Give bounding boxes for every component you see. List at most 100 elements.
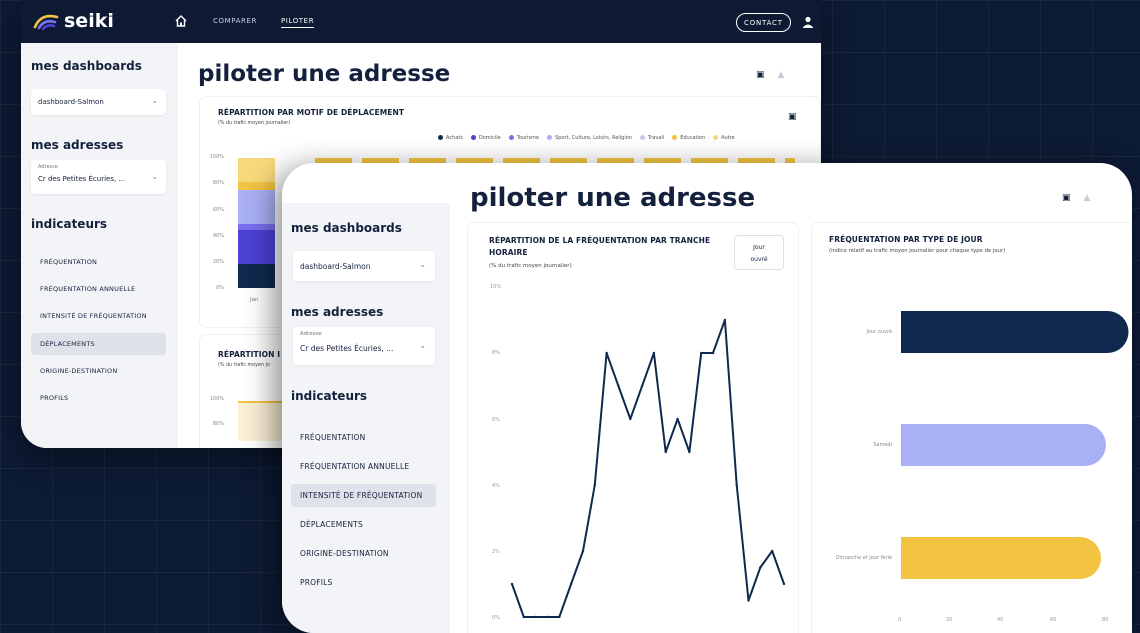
- card-subtitle: (% du trafic moyen journalier): [218, 121, 291, 126]
- legend-item[interactable]: Domicile: [471, 135, 501, 141]
- adresses-heading: mes adresses: [291, 305, 384, 319]
- bar-segment: [238, 230, 275, 264]
- data-point[interactable]: [522, 615, 526, 619]
- chart-legend: Achats Domicile Tourisme Sport, Culture,…: [438, 135, 735, 141]
- brand-logo[interactable]: seiki: [33, 10, 114, 32]
- indicateurs-heading: indicateurs: [291, 389, 368, 403]
- data-point[interactable]: [534, 615, 537, 619]
- y-tick: 0%: [216, 285, 224, 291]
- data-point[interactable]: [759, 566, 762, 569]
- y-tick: 40%: [212, 233, 224, 239]
- data-point[interactable]: [640, 384, 644, 388]
- brand-name: seiki: [64, 10, 114, 32]
- data-point[interactable]: [510, 582, 514, 586]
- book-icon[interactable]: ▣: [1062, 193, 1071, 203]
- main-nav: COMPARER PILOTER: [213, 17, 315, 28]
- legend-item[interactable]: Éducation: [672, 135, 705, 141]
- bar[interactable]: [901, 311, 1129, 353]
- sidebar-item-frequentation-annuelle[interactable]: FRÉQUENTATION ANNUELLE: [291, 455, 436, 478]
- legend-item[interactable]: Tourisme: [509, 135, 539, 141]
- address-select[interactable]: Adresse Cr des Petites Écuries, ... ⌄: [31, 160, 166, 194]
- sidebar-item-frequentation[interactable]: FRÉQUENTATION: [31, 251, 166, 273]
- page-tools: ▣ ▲: [756, 70, 784, 80]
- chevron-down-icon: ⌄: [419, 341, 426, 350]
- data-point[interactable]: [711, 351, 715, 355]
- bar[interactable]: [901, 424, 1106, 466]
- y-tick: 20%: [212, 259, 224, 265]
- book-icon[interactable]: ▣: [756, 70, 765, 80]
- data-point[interactable]: [747, 599, 750, 602]
- card-title: RÉPARTITION PAR MOTIF DE DÉPLACEMENT: [218, 108, 405, 117]
- data-point[interactable]: [593, 483, 596, 487]
- bar-segment: [238, 264, 275, 288]
- y-tick: 80%: [212, 180, 224, 186]
- data-point[interactable]: [581, 549, 585, 553]
- sidebar-item-intensite[interactable]: INTENSITÉ DE FRÉQUENTATION: [31, 305, 166, 327]
- sidebar-item-frequentation[interactable]: FRÉQUENTATION: [291, 426, 436, 449]
- legend-item[interactable]: Sport, Culture, Loisirs, Religion: [547, 135, 632, 141]
- home-icon[interactable]: [174, 14, 188, 28]
- y-tick: 80%: [212, 421, 224, 427]
- data-point[interactable]: [629, 417, 632, 421]
- sidebar-item-origine-destination[interactable]: ORIGINE-DESTINATION: [31, 360, 166, 382]
- data-point[interactable]: [664, 450, 667, 454]
- nav-piloter[interactable]: PILOTER: [280, 17, 315, 28]
- stacked-bar-jan[interactable]: [238, 158, 275, 288]
- data-point[interactable]: [688, 450, 691, 454]
- y-tick: 100%: [209, 396, 224, 402]
- download-icon[interactable]: ▲: [1084, 193, 1091, 203]
- dashboards-heading: mes dashboards: [291, 221, 402, 235]
- address-select[interactable]: Adresse Cr des Petites Écuries, ... ⌄: [293, 327, 435, 365]
- data-point[interactable]: [569, 582, 573, 586]
- sidebar-item-profils[interactable]: PROFILS: [291, 571, 436, 594]
- sidebar-item-profils[interactable]: PROFILS: [31, 387, 166, 409]
- address-select-value: Cr des Petites Écuries, ...: [38, 175, 126, 183]
- bar[interactable]: [901, 537, 1101, 579]
- data-point[interactable]: [676, 417, 679, 421]
- data-point[interactable]: [723, 318, 727, 322]
- download-icon[interactable]: ▲: [778, 70, 785, 80]
- dashboard-select[interactable]: dashboard-Salmon ⌄: [293, 251, 435, 281]
- user-icon[interactable]: [801, 15, 815, 29]
- legend-item[interactable]: Travail: [640, 135, 664, 141]
- bar-base: [901, 424, 922, 466]
- bar-segment: [238, 190, 275, 224]
- type-de-jour-card: FRÉQUENTATION PAR TYPE DE JOUR (indice r…: [812, 223, 1132, 633]
- data-point[interactable]: [558, 615, 561, 619]
- dashboard-select-value: dashboard-Salmon: [38, 98, 104, 106]
- sidebar-item-origine-destination[interactable]: ORIGINE-DESTINATION: [291, 542, 436, 565]
- bar-base: [901, 537, 922, 579]
- dashboards-heading: mes dashboards: [31, 59, 142, 73]
- address-select-label: Adresse: [300, 331, 322, 337]
- sidebar-item-frequentation-annuelle[interactable]: FRÉQUENTATION ANNUELLE: [31, 278, 166, 300]
- sidebar-back: mes dashboards dashboard-Salmon ⌄ mes ad…: [21, 43, 178, 448]
- card-subtitle: (% du trafic moyen jo: [218, 363, 270, 368]
- sidebar-item-deplacements[interactable]: DÉPLACEMENTS: [291, 513, 436, 536]
- data-point[interactable]: [700, 351, 703, 355]
- dashboard-select[interactable]: dashboard-Salmon ⌄: [31, 89, 166, 115]
- data-point[interactable]: [735, 483, 738, 487]
- y-tick: 100%: [209, 154, 224, 160]
- bar-chart: [901, 311, 1129, 579]
- x-tick: Jan: [250, 297, 259, 303]
- nav-comparer[interactable]: COMPARER: [213, 17, 257, 28]
- data-point[interactable]: [605, 351, 608, 355]
- bar-segment: [238, 182, 275, 190]
- sidebar-item-intensite[interactable]: INTENSITÉ DE FRÉQUENTATION: [291, 484, 436, 507]
- legend-item[interactable]: Achats: [438, 135, 463, 141]
- book-icon[interactable]: ▣: [788, 112, 797, 122]
- data-point[interactable]: [770, 549, 774, 553]
- waves-logo-icon: [33, 14, 59, 31]
- data-point[interactable]: [652, 351, 656, 355]
- tranche-horaire-card: RÉPARTITION DE LA FRÉQUENTATION PAR TRAN…: [468, 223, 798, 633]
- address-select-value: Cr des Petites Écuries, ...: [300, 344, 394, 353]
- data-point[interactable]: [546, 615, 549, 619]
- legend-item[interactable]: Autre: [713, 135, 735, 141]
- chevron-down-icon: ⌄: [151, 172, 158, 181]
- series-line[interactable]: [511, 319, 785, 618]
- sidebar-item-deplacements[interactable]: DÉPLACEMENTS: [31, 333, 166, 355]
- contact-button[interactable]: CONTACT: [736, 13, 791, 32]
- card-title: RÉPARTITION I: [218, 350, 281, 359]
- data-point[interactable]: [617, 384, 620, 388]
- data-point[interactable]: [782, 582, 786, 586]
